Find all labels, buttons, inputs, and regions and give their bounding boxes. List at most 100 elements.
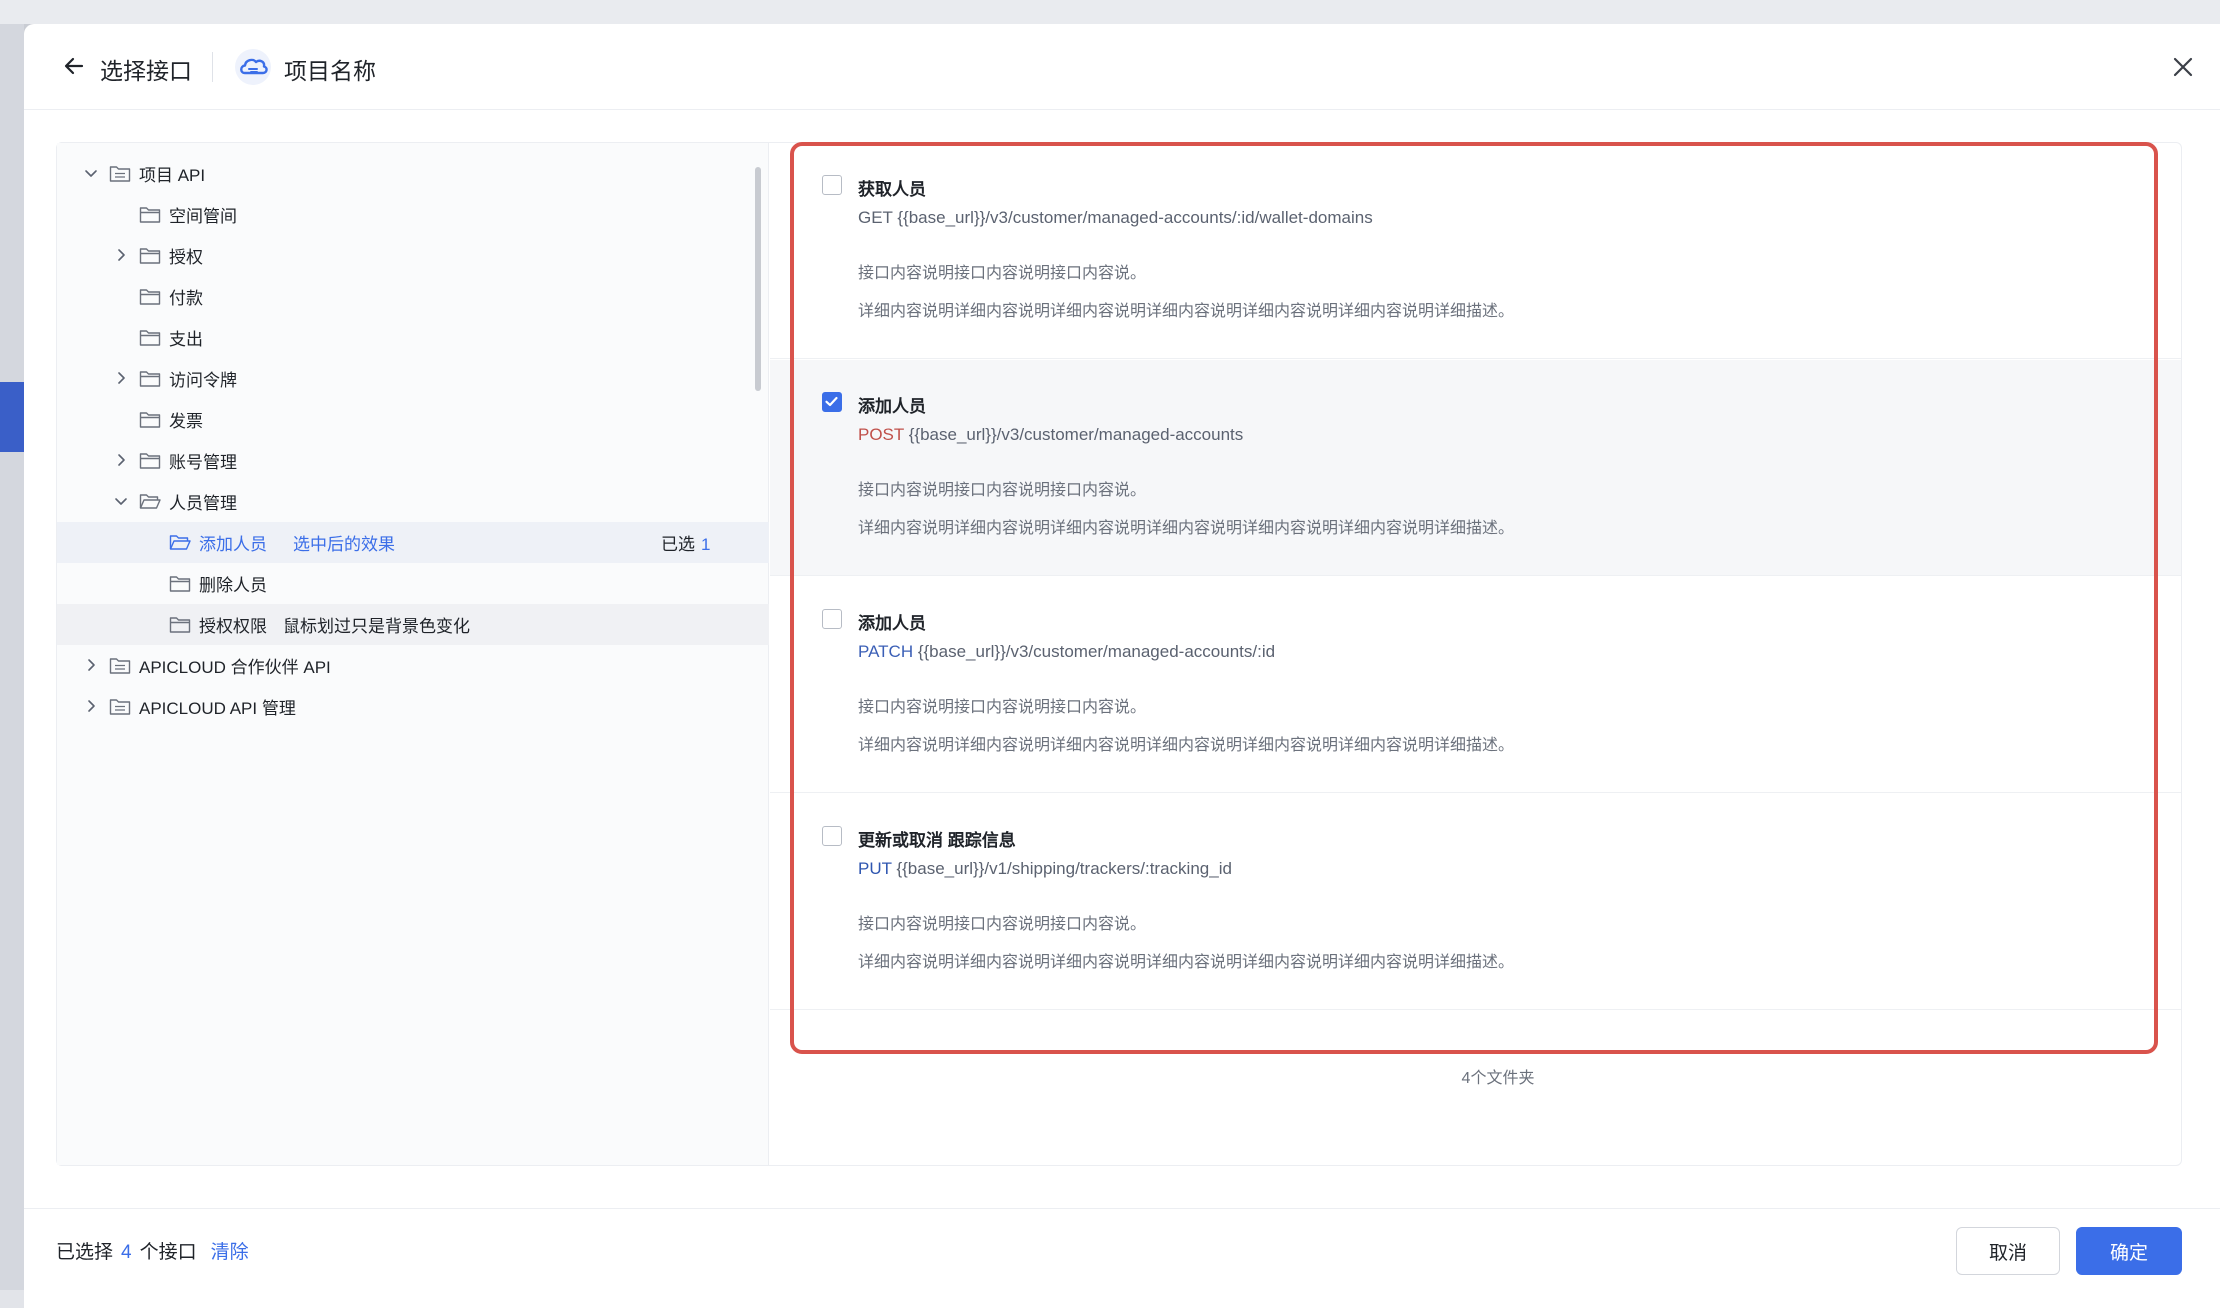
tree-item[interactable]: 访问令牌 — [57, 358, 769, 399]
chevron-right-icon[interactable] — [113, 370, 129, 386]
tree-item[interactable]: 发票 — [57, 399, 769, 440]
folder-icon — [139, 450, 161, 470]
tree-item-label: 支出 — [169, 330, 203, 349]
api-endpoint: GET {{base_url}}/v3/customer/managed-acc… — [858, 208, 1373, 228]
tree-item[interactable]: 授权权限 鼠标划过只是背景色变化 — [57, 604, 769, 645]
folder-open-icon — [169, 532, 191, 552]
check-icon — [825, 396, 838, 407]
api-summary: 接口内容说明接口内容说明接口内容说。 — [858, 916, 1147, 933]
api-item[interactable]: 获取人员 GET {{base_url}}/v3/customer/managed… — [770, 143, 2181, 359]
selected-prefix: 已选择 — [56, 1242, 114, 1263]
selected-count-label: 已选 — [661, 535, 695, 554]
api-item[interactable]: 添加人员 PATCH {{base_url}}/v3/customer/manag… — [770, 577, 2181, 793]
tree-item[interactable]: 付款 — [57, 276, 769, 317]
selected-suffix: 个接口 — [139, 1242, 197, 1263]
api-checkbox[interactable] — [822, 392, 842, 412]
content-panel: 项目 API 空间管间授权付款支出访问令牌发票账号管理人员管理添加人员 选中后的效果… — [56, 142, 2182, 1166]
chevron-right-icon[interactable] — [83, 657, 99, 673]
cancel-button[interactable]: 取消 — [1956, 1227, 2060, 1275]
api-method: PUT — [858, 859, 892, 878]
modal-header: 选择接口 项目名称 — [24, 24, 2220, 110]
project-name: 项目名称 — [284, 58, 376, 84]
tree-item-label: 项目 API — [139, 166, 206, 185]
modal-title: 选择接口 — [100, 58, 192, 84]
api-endpoint: POST {{base_url}}/v3/customer/managed-ac… — [858, 425, 1243, 445]
background-app-active-item — [0, 382, 24, 452]
chevron-right-icon[interactable] — [113, 452, 129, 468]
folder-count: 4个文件夹 — [1461, 1070, 1535, 1087]
api-item[interactable]: 更新或取消 跟踪信息 PUT {{base_url}}/v1/shipping/t… — [770, 794, 2181, 1010]
tree-item[interactable]: 添加人员 选中后的效果 已选 1 — [57, 522, 769, 563]
folder-icon — [139, 327, 161, 347]
tree-item[interactable]: 空间管间 — [57, 194, 769, 235]
confirm-button[interactable]: 确定 — [2076, 1227, 2182, 1275]
doc-folder-icon — [109, 655, 131, 675]
modal-footer: 已选择 4 个接口 清除 取消 确定 — [24, 1208, 2220, 1308]
selected-count: 4 — [121, 1242, 132, 1263]
chevron-down-icon[interactable] — [83, 165, 99, 181]
api-method: GET — [858, 208, 893, 227]
api-name: 添加人员 — [858, 614, 926, 633]
folder-icon — [139, 204, 161, 224]
arrow-left-icon — [64, 57, 84, 75]
folder-icon — [139, 286, 161, 306]
doc-folder-icon — [109, 163, 131, 183]
tree-scrollbar[interactable] — [755, 167, 761, 391]
api-summary: 接口内容说明接口内容说明接口内容说。 — [858, 482, 1147, 499]
tree-item-label: 删除人员 — [199, 576, 267, 595]
tree-item[interactable]: 删除人员 — [57, 563, 769, 604]
api-name: 更新或取消 跟踪信息 — [858, 831, 1016, 850]
tree-item-note: 选中后的效果 — [293, 535, 395, 554]
tree-item[interactable]: APICLOUD 合作伙伴 API — [57, 645, 769, 686]
folder-icon — [139, 409, 161, 429]
api-endpoint: PATCH {{base_url}}/v3/customer/managed-a… — [858, 642, 1275, 662]
doc-folder-icon — [109, 696, 131, 716]
tree-item[interactable]: 授权 — [57, 235, 769, 276]
folder-icon — [169, 573, 191, 593]
tree-item-label: 账号管理 — [169, 453, 237, 472]
api-detail: 详细内容说明详细内容说明详细内容说明详细内容说明详细内容说明详细内容说明详细描述… — [858, 954, 1515, 971]
api-endpoint: PUT {{base_url}}/v1/shipping/trackers/:t… — [858, 859, 1232, 879]
chevron-right-icon[interactable] — [113, 247, 129, 263]
background-app-header — [0, 0, 2220, 24]
folder-icon — [169, 614, 191, 634]
api-detail: 详细内容说明详细内容说明详细内容说明详细内容说明详细内容说明详细内容说明详细描述… — [858, 737, 1515, 754]
tree-item-label: 访问令牌 — [169, 371, 237, 390]
folder-icon — [139, 245, 161, 265]
api-path: {{base_url}}/v1/shipping/trackers/:track… — [896, 859, 1232, 878]
tree-item[interactable]: 项目 API — [57, 153, 769, 194]
tree-item[interactable]: 支出 — [57, 317, 769, 358]
tree-item-label: 空间管间 — [169, 207, 237, 226]
api-checkbox[interactable] — [822, 609, 842, 629]
api-method: PATCH — [858, 642, 914, 661]
tree-item[interactable]: APICLOUD API 管理 — [57, 686, 769, 727]
folder-icon — [139, 368, 161, 388]
background-app-sidebar — [0, 24, 24, 1308]
api-checkbox[interactable] — [822, 826, 842, 846]
chevron-right-icon[interactable] — [83, 698, 99, 714]
tree-item-label: 发票 — [169, 412, 203, 431]
tree-item-label: 授权 — [169, 248, 203, 267]
tree-item-label: 添加人员 — [199, 535, 267, 554]
tree-item-label: 付款 — [169, 289, 203, 308]
tree-item[interactable]: 人员管理 — [57, 481, 769, 522]
selected-count-badge: 已选 1 — [661, 530, 710, 555]
api-path: {{base_url}}/v3/customer/managed-account… — [908, 425, 1244, 444]
api-item[interactable]: 添加人员 POST {{base_url}}/v3/customer/manage… — [770, 360, 2181, 576]
api-detail: 详细内容说明详细内容说明详细内容说明详细内容说明详细内容说明详细内容说明详细描述… — [858, 303, 1515, 320]
back-button[interactable] — [58, 50, 90, 82]
tree-item[interactable]: 账号管理 — [57, 440, 769, 481]
selected-count-number: 1 — [701, 535, 711, 554]
api-detail: 详细内容说明详细内容说明详细内容说明详细内容说明详细内容说明详细内容说明详细描述… — [858, 520, 1515, 537]
clear-link[interactable]: 清除 — [211, 1237, 249, 1264]
tree-item-label: 人员管理 — [169, 494, 237, 513]
api-path: {{base_url}}/v3/customer/managed-account… — [897, 208, 1373, 227]
tree-item-note: 鼠标划过只是背景色变化 — [283, 617, 470, 636]
api-checkbox[interactable] — [822, 175, 842, 195]
api-summary: 接口内容说明接口内容说明接口内容说。 — [858, 265, 1147, 282]
tree-item-label: 授权权限 — [199, 617, 267, 636]
close-icon — [2173, 57, 2193, 77]
api-method: POST — [858, 425, 904, 444]
chevron-down-icon[interactable] — [113, 493, 129, 509]
close-button[interactable] — [2168, 52, 2198, 82]
